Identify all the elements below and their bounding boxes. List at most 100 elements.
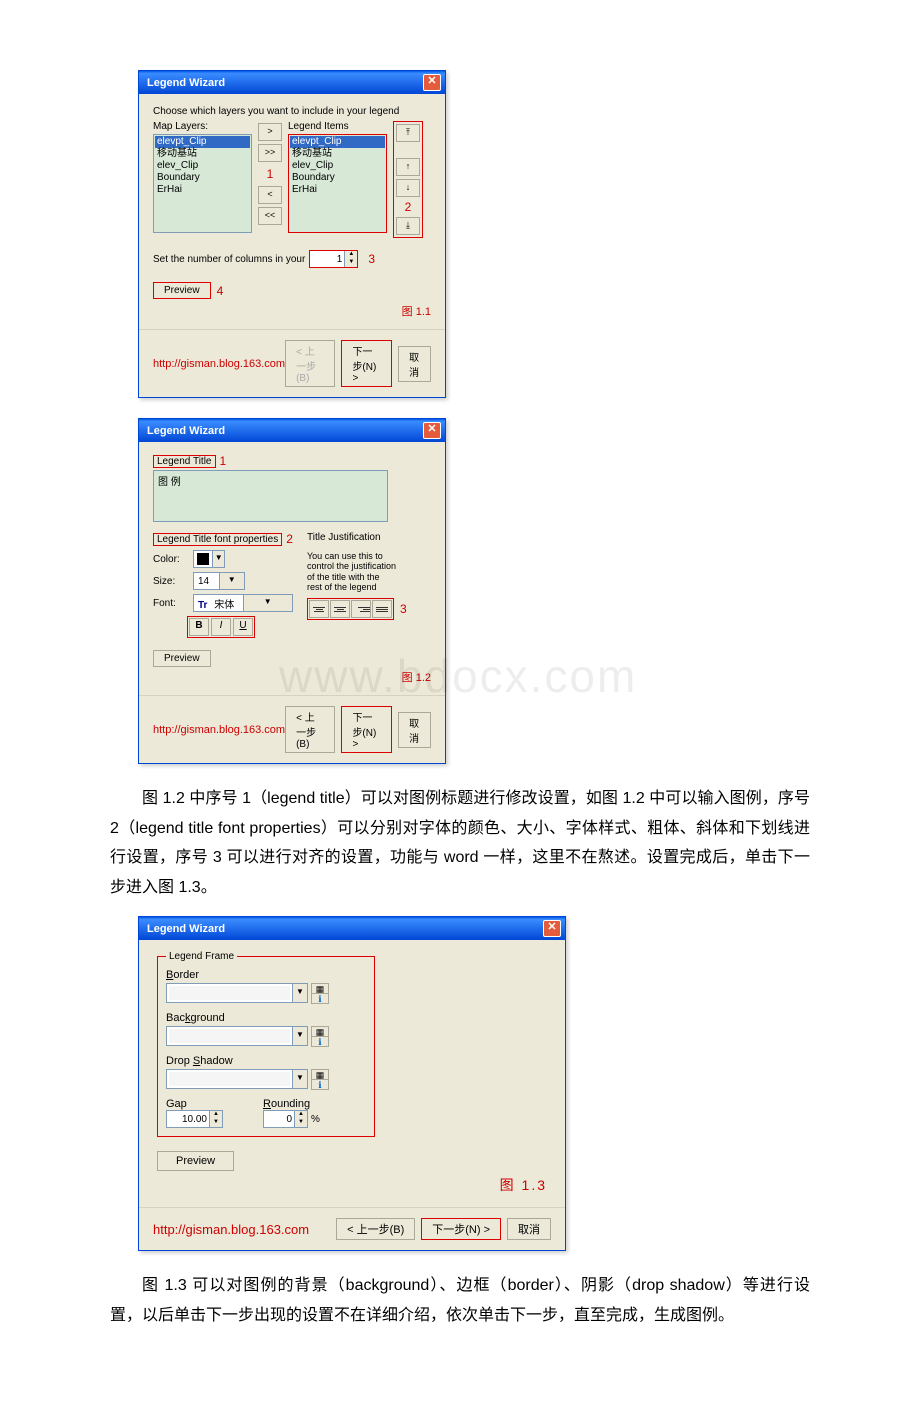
annotation-3: 3 [368, 252, 375, 266]
list-item[interactable]: 移动基站 [155, 148, 250, 160]
close-icon[interactable]: ✕ [423, 74, 441, 91]
italic-button[interactable]: I [211, 618, 231, 636]
remove-button[interactable]: < [258, 186, 282, 204]
dialog-title: Legend Wizard [147, 425, 225, 437]
border-label: Border [166, 969, 366, 981]
spin-up-icon[interactable]: ▲ [210, 1111, 222, 1119]
close-icon[interactable]: ✕ [423, 422, 441, 439]
chevron-down-icon[interactable]: ▼ [292, 1070, 307, 1088]
cancel-button[interactable]: 取消 [398, 712, 431, 748]
gap-input[interactable] [167, 1111, 209, 1127]
legend-title-input[interactable]: 图 例 [153, 470, 388, 522]
map-layers-list[interactable]: elevpt_Clip 移动基站 elev_Clip Boundary ErHa… [153, 134, 252, 233]
drop-shadow-label: Drop Shadow [166, 1055, 366, 1067]
list-item[interactable]: ErHai [290, 184, 385, 196]
list-item[interactable]: ErHai [155, 184, 250, 196]
preview-button[interactable]: Preview [157, 1151, 234, 1171]
legend-wizard-dialog-2: Legend Wizard ✕ Legend Title 1 图 例 Legen… [138, 418, 446, 764]
next-button[interactable]: 下一步(N) > [341, 706, 392, 753]
titlebar: Legend Wizard ✕ [139, 71, 445, 94]
chevron-down-icon[interactable]: ▼ [212, 551, 224, 567]
list-item[interactable]: Boundary [290, 172, 385, 184]
annotation-2: 2 [405, 200, 412, 214]
shadow-combo[interactable]: ▼ [166, 1069, 308, 1089]
legend-frame-group-label: Legend Frame [166, 951, 237, 962]
cancel-button[interactable]: 取消 [398, 346, 431, 382]
list-item[interactable]: Boundary [155, 172, 250, 184]
dialog-title: Legend Wizard [147, 923, 225, 935]
list-item[interactable]: elev_Clip [155, 160, 250, 172]
next-button[interactable]: 下一步(N) > [341, 340, 392, 387]
figure-label: 图 1.1 [153, 303, 431, 319]
border-info-button[interactable]: ℹ [311, 993, 329, 1004]
align-center-button[interactable] [330, 600, 350, 618]
list-item[interactable]: elevpt_Clip [155, 136, 250, 148]
move-up-button[interactable]: ↑ [396, 158, 420, 176]
font-combo[interactable]: Tr 宋体▼ [193, 594, 293, 612]
border-combo[interactable]: ▼ [166, 983, 308, 1003]
size-combo[interactable]: 14▼ [193, 572, 245, 590]
align-right-button[interactable] [351, 600, 371, 618]
preview-button[interactable]: Preview [153, 282, 211, 299]
font-props-group-label: Legend Title font properties [153, 533, 282, 546]
list-item[interactable]: elev_Clip [290, 160, 385, 172]
color-picker[interactable]: ▼ [193, 550, 225, 568]
blog-url: http://gisman.blog.163.com [153, 1222, 309, 1237]
cancel-button[interactable]: 取消 [507, 1218, 551, 1240]
list-item[interactable]: elevpt_Clip [290, 136, 385, 148]
background-combo[interactable]: ▼ [166, 1026, 308, 1046]
spin-up-icon[interactable]: ▲ [295, 1111, 307, 1119]
justification-group-label: Title Justification [307, 532, 431, 543]
titlebar: Legend Wizard ✕ [139, 419, 445, 442]
add-all-button[interactable]: >> [258, 144, 282, 162]
chevron-down-icon[interactable]: ▼ [292, 1027, 307, 1045]
legend-items-list[interactable]: elevpt_Clip 移动基站 elev_Clip Boundary ErHa… [288, 134, 387, 233]
dialog-title: Legend Wizard [147, 77, 225, 89]
spin-down-icon[interactable]: ▼ [210, 1119, 222, 1127]
map-layers-label: Map Layers: [153, 121, 252, 132]
back-button[interactable]: < 上一步(B) [285, 340, 335, 387]
spin-down-icon[interactable]: ▼ [345, 259, 357, 267]
move-down-button[interactable]: ↓ [396, 179, 420, 197]
justification-help-text: You can use this to control the justific… [307, 551, 397, 592]
back-button[interactable]: < 上一步(B) [285, 706, 335, 753]
underline-button[interactable]: U [233, 618, 253, 636]
annotation-1: 1 [220, 454, 227, 468]
spin-down-icon[interactable]: ▼ [295, 1119, 307, 1127]
move-top-button[interactable]: ⤒ [396, 124, 420, 142]
color-label: Color: [153, 554, 187, 565]
close-icon[interactable]: ✕ [543, 920, 561, 937]
chevron-down-icon[interactable]: ▼ [243, 595, 293, 611]
rounding-spinner[interactable]: ▲▼ [263, 1110, 308, 1128]
columns-spinner[interactable]: ▲▼ [309, 250, 358, 268]
shadow-info-button[interactable]: ℹ [311, 1079, 329, 1090]
bold-button[interactable]: B [189, 618, 209, 636]
columns-input[interactable] [310, 251, 344, 267]
align-justify-button[interactable] [372, 600, 392, 618]
add-button[interactable]: > [258, 123, 282, 141]
preview-button[interactable]: Preview [153, 650, 211, 667]
figure-label: 图 1.2 [153, 669, 431, 685]
remove-all-button[interactable]: << [258, 207, 282, 225]
annotation-1: 1 [267, 167, 274, 181]
border-props-button[interactable]: ▦ [311, 983, 329, 993]
background-label: Background [166, 1012, 366, 1024]
blog-url: http://gisman.blog.163.com [153, 724, 285, 736]
size-label: Size: [153, 576, 187, 587]
next-button[interactable]: 下一步(N) > [421, 1218, 501, 1240]
align-left-button[interactable] [309, 600, 329, 618]
move-bottom-button[interactable]: ⤓ [396, 217, 420, 235]
chevron-down-icon[interactable]: ▼ [219, 573, 245, 589]
spin-up-icon[interactable]: ▲ [345, 251, 357, 259]
shadow-props-button[interactable]: ▦ [311, 1069, 329, 1079]
gap-label: Gap [166, 1098, 223, 1110]
back-button[interactable]: < 上一步(B) [336, 1218, 415, 1240]
bg-info-button[interactable]: ℹ [311, 1036, 329, 1047]
rounding-input[interactable] [264, 1111, 294, 1127]
list-item[interactable]: 移动基站 [290, 148, 385, 160]
gap-spinner[interactable]: ▲▼ [166, 1110, 223, 1128]
chevron-down-icon[interactable]: ▼ [292, 984, 307, 1002]
bg-props-button[interactable]: ▦ [311, 1026, 329, 1036]
instruction-text: Choose which layers you want to include … [153, 106, 431, 117]
columns-label: Set the number of columns in your [153, 254, 305, 265]
